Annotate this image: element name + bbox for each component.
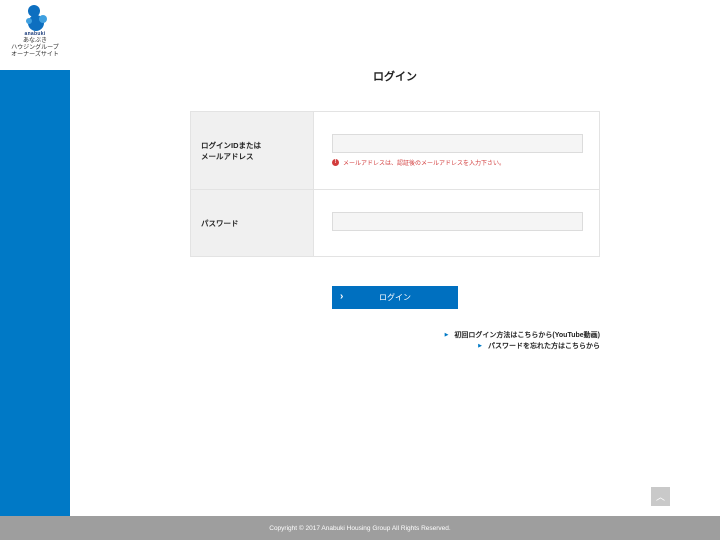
footer: Copyright © 2017 Anabuki Housing Group A… (0, 516, 720, 540)
login-form: ログインIDまたは メールアドレス ! メールアドレスは、認証後のメールアドレス… (190, 111, 600, 257)
chevron-up-icon: ︿ (655, 492, 665, 502)
login-button[interactable]: › ログイン (332, 286, 458, 309)
logo-brand: anabuki (24, 31, 46, 37)
help-links: ▶ 初回ログイン方法はこちらから(YouTube動画) ▶ パスワードを忘れた方… (445, 330, 600, 352)
anabuki-logo-icon (26, 5, 47, 31)
password-label: パスワード (191, 190, 314, 256)
page-title: ログイン (373, 71, 417, 83)
sidebar (0, 70, 70, 516)
login-id-label: ログインIDまたは メールアドレス (191, 112, 314, 189)
login-id-error: ! メールアドレスは、認証後のメールアドレスを入力下さい。 (332, 158, 505, 167)
logo-line-3: オーナーズサイト (11, 52, 59, 58)
logo-line-1: あなぶき (22, 38, 47, 44)
chevron-right-icon: › (340, 291, 344, 302)
login-button-label: ログイン (379, 293, 411, 302)
first-login-link-label: 初回ログイン方法はこちらから(YouTube動画) (454, 332, 600, 339)
password-input[interactable] (332, 212, 583, 231)
logo-line-2: ハウジングループ (11, 45, 59, 51)
logo[interactable]: anabuki あなぶき ハウジングループ オーナーズサイト (0, 0, 70, 70)
password-row: パスワード (191, 190, 599, 256)
triangle-right-icon: ▶ (444, 332, 449, 338)
copyright-text: Copyright © 2017 Anabuki Housing Group A… (269, 524, 451, 532)
forgot-password-link-label: パスワードを忘れた方はこちらから (488, 343, 600, 350)
scroll-to-top-button[interactable]: ︿ (651, 487, 670, 506)
login-id-input[interactable] (332, 134, 583, 153)
triangle-right-icon: ▶ (478, 343, 482, 349)
error-icon: ! (332, 159, 339, 166)
login-id-row: ログインIDまたは メールアドレス ! メールアドレスは、認証後のメールアドレス… (191, 112, 599, 190)
first-login-link[interactable]: ▶ 初回ログイン方法はこちらから(YouTube動画) (445, 330, 600, 341)
login-id-error-text: メールアドレスは、認証後のメールアドレスを入力下さい。 (343, 161, 506, 167)
forgot-password-link[interactable]: ▶ パスワードを忘れた方はこちらから (445, 341, 600, 352)
